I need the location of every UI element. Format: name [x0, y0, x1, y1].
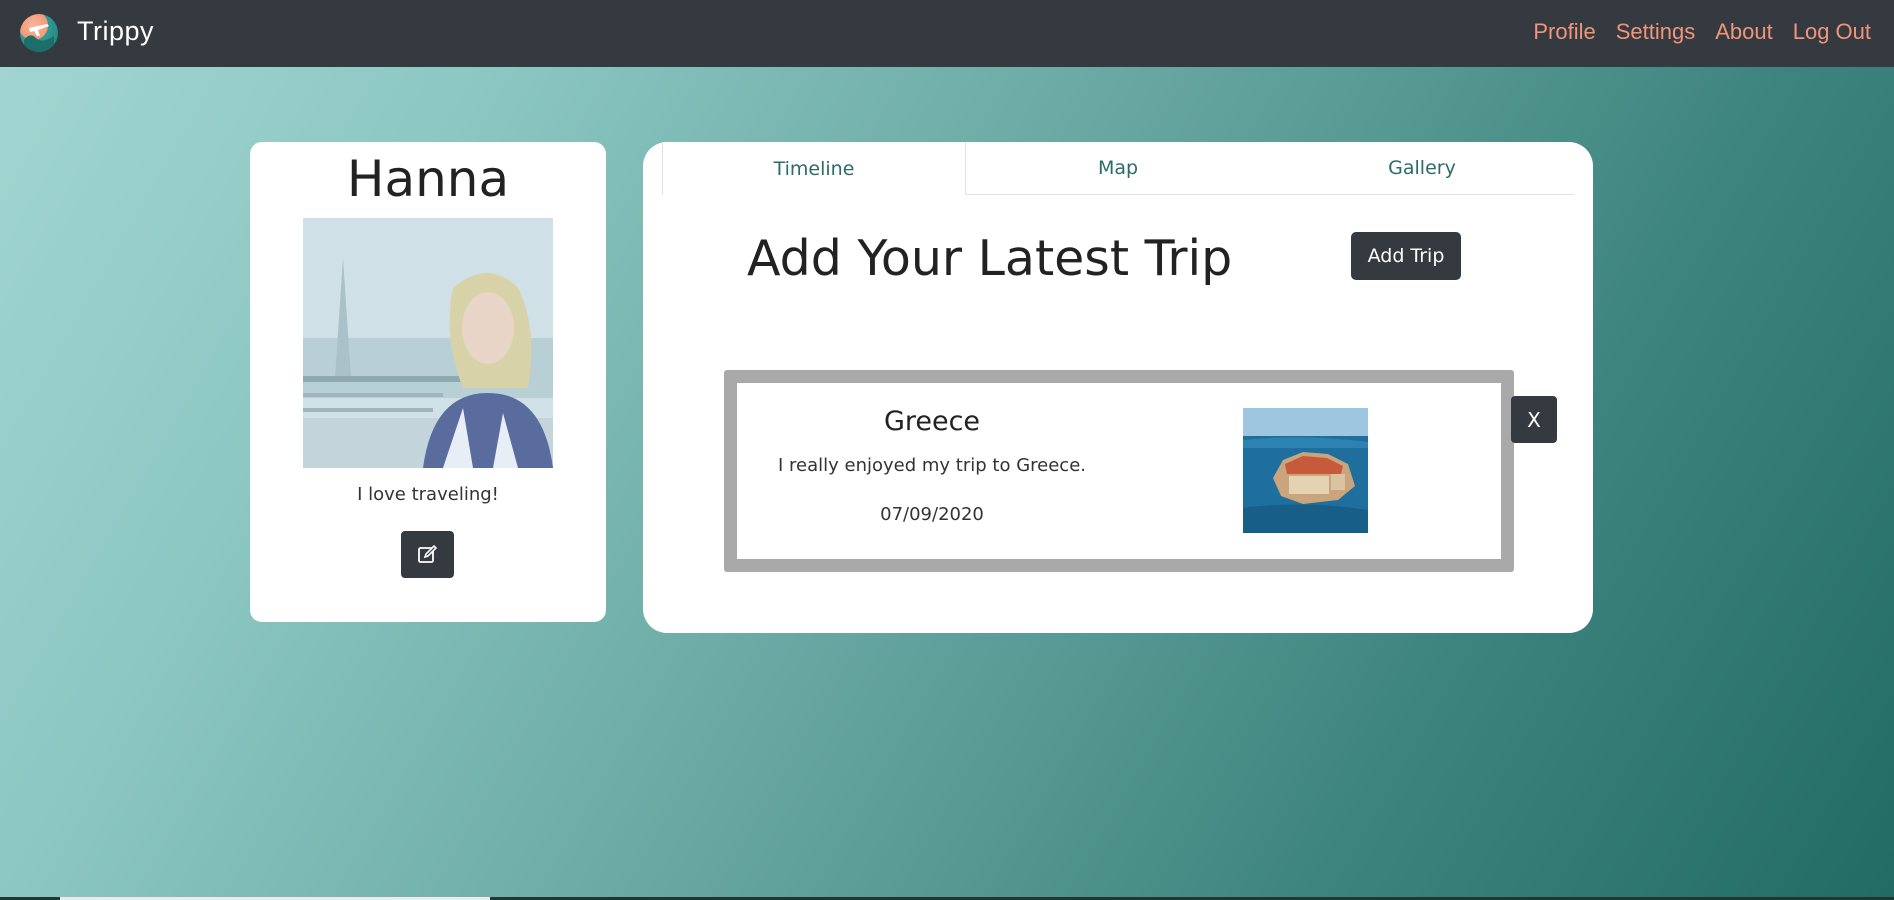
edit-profile-button[interactable]	[401, 531, 454, 578]
tab-bar: Timeline Map Gallery	[662, 142, 1574, 195]
trip-card: Greece I really enjoyed my trip to Greec…	[724, 370, 1514, 572]
trips-panel: Timeline Map Gallery Add Your Latest Tri…	[643, 142, 1593, 633]
page-title: Add Your Latest Trip	[747, 230, 1233, 287]
nav-links: Profile Settings About Log Out	[1533, 19, 1871, 45]
nav-link-settings[interactable]: Settings	[1616, 19, 1696, 45]
nav-link-logout[interactable]: Log Out	[1793, 19, 1871, 45]
close-trip-button[interactable]: X	[1511, 396, 1557, 443]
trip-title: Greece	[883, 406, 981, 437]
tab-map[interactable]: Map	[966, 142, 1270, 194]
trip-card-body: Greece I really enjoyed my trip to Greec…	[737, 383, 1501, 559]
profile-name: Hanna	[346, 150, 510, 208]
add-trip-button[interactable]: Add Trip	[1351, 232, 1461, 280]
tab-timeline[interactable]: Timeline	[662, 142, 966, 195]
top-navbar: Trippy Profile Settings About Log Out	[0, 0, 1894, 67]
avatar	[303, 218, 553, 468]
trip-date: 07/09/2020	[880, 504, 984, 525]
tab-gallery[interactable]: Gallery	[1270, 142, 1574, 194]
brand-name[interactable]: Trippy	[77, 16, 154, 47]
profile-bio: I love traveling!	[357, 484, 499, 505]
app-logo-icon[interactable]	[20, 14, 58, 52]
edit-icon	[418, 544, 438, 563]
trip-description: I really enjoyed my trip to Greece.	[778, 455, 1086, 476]
nav-link-profile[interactable]: Profile	[1533, 19, 1595, 45]
trip-photo[interactable]	[1243, 408, 1368, 533]
nav-link-about[interactable]: About	[1715, 19, 1773, 45]
profile-card: Hanna I love traveling!	[250, 142, 606, 622]
